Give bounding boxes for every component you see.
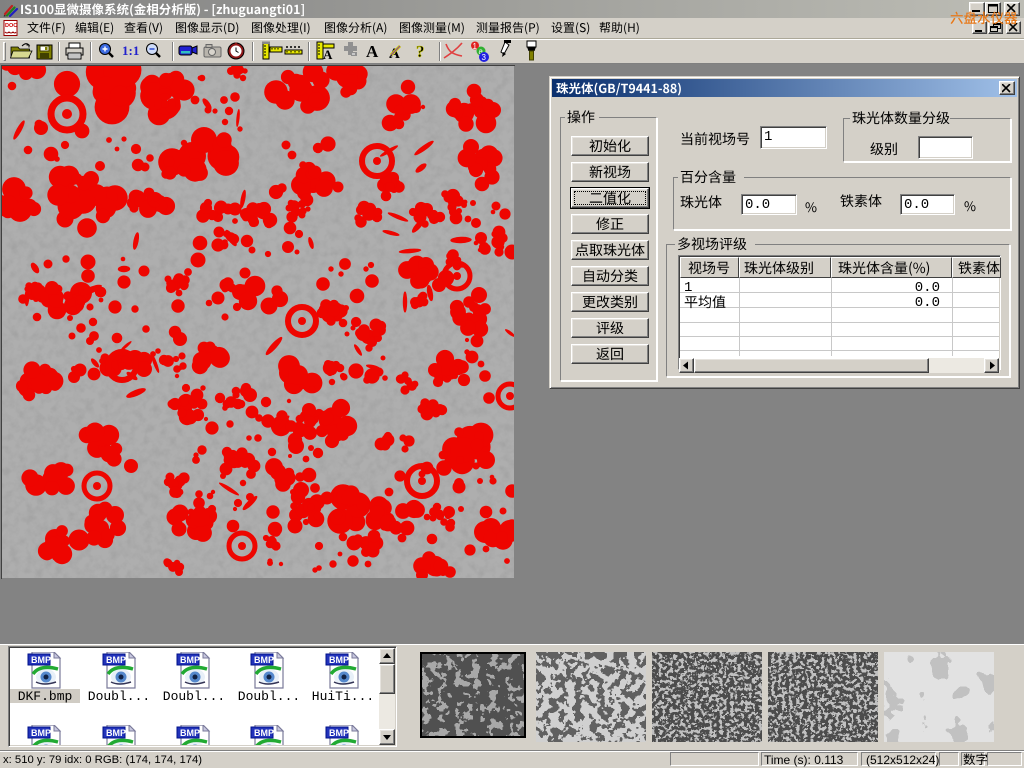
svg-text:A: A [323, 47, 333, 62]
svg-text:3: 3 [482, 53, 487, 62]
svg-text:1:1: 1:1 [122, 43, 139, 58]
svg-text:A: A [366, 42, 379, 61]
svg-text:DOC: DOC [5, 23, 17, 29]
svg-text:?: ? [416, 42, 425, 61]
